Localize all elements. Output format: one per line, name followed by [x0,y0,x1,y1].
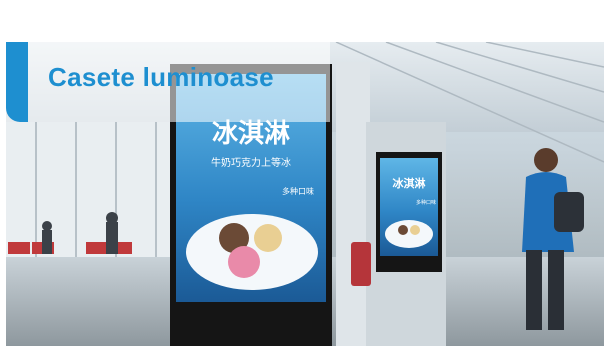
title-accent-bar [6,42,28,122]
red-suitcase [351,242,371,286]
page-title: Casete luminoase [48,62,274,92]
small-scoop-1 [398,225,408,235]
vanilla-scoop [254,224,282,252]
strawberry-scoop [228,246,260,278]
main-poster-headline: 冰淇淋 [212,119,290,149]
pillar [336,62,370,346]
small-scoop-2 [410,225,420,235]
main-poster-subheadline: 牛奶巧克力上等冰 [211,156,291,169]
small-poster-headline: 冰淇淋 [393,176,426,190]
main-poster-badge: 多种口味 [282,186,314,196]
small-poster-badge: 多种口味 [416,199,436,206]
small-milk-splash [385,220,433,248]
